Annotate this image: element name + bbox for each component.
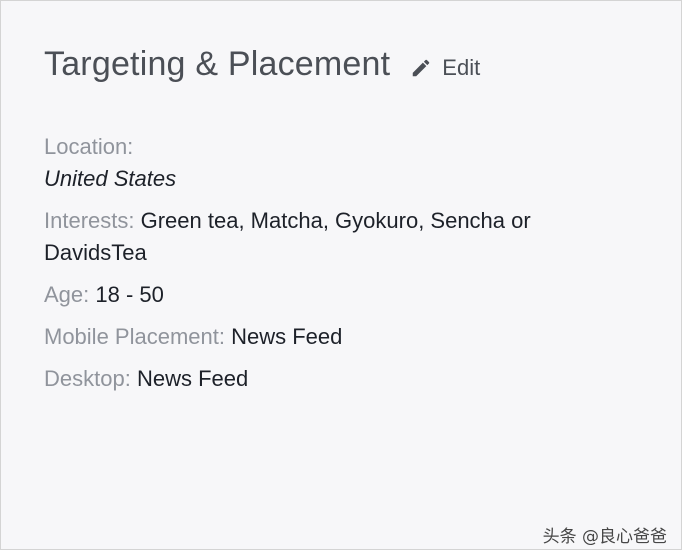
desktop-placement-label: Desktop: [44, 366, 131, 391]
targeting-panel: Targeting & Placement Edit Location: Uni… [0, 0, 682, 550]
desktop-placement-row: Desktop: News Feed [44, 363, 624, 395]
location-value: United States [44, 166, 177, 191]
edit-label: Edit [442, 54, 481, 80]
edit-button[interactable]: Edit [410, 55, 480, 81]
interests-label: Interests: [44, 208, 135, 233]
mobile-placement-value: News Feed [231, 324, 343, 349]
interests-row: Interests: Green tea, Matcha, Gyokuro, S… [44, 205, 624, 269]
location-label: Location: [44, 134, 134, 159]
watermark: 头条 @良心爸爸 [542, 527, 667, 547]
page-title: Targeting & Placement [44, 45, 391, 83]
targeting-details: Location: United States Interests: Green… [44, 131, 624, 405]
panel-header: Targeting & Placement Edit [44, 45, 480, 84]
age-label: Age: [44, 282, 90, 307]
location-row: Location: United States [44, 131, 624, 195]
desktop-placement-value: News Feed [136, 366, 249, 391]
mobile-placement-row: Mobile Placement: News Feed [44, 321, 624, 353]
age-value: 18 - 50 [95, 282, 164, 307]
pencil-icon [413, 59, 430, 76]
mobile-placement-label: Mobile Placement: [44, 324, 225, 349]
age-row: Age: 18 - 50 [44, 279, 624, 311]
